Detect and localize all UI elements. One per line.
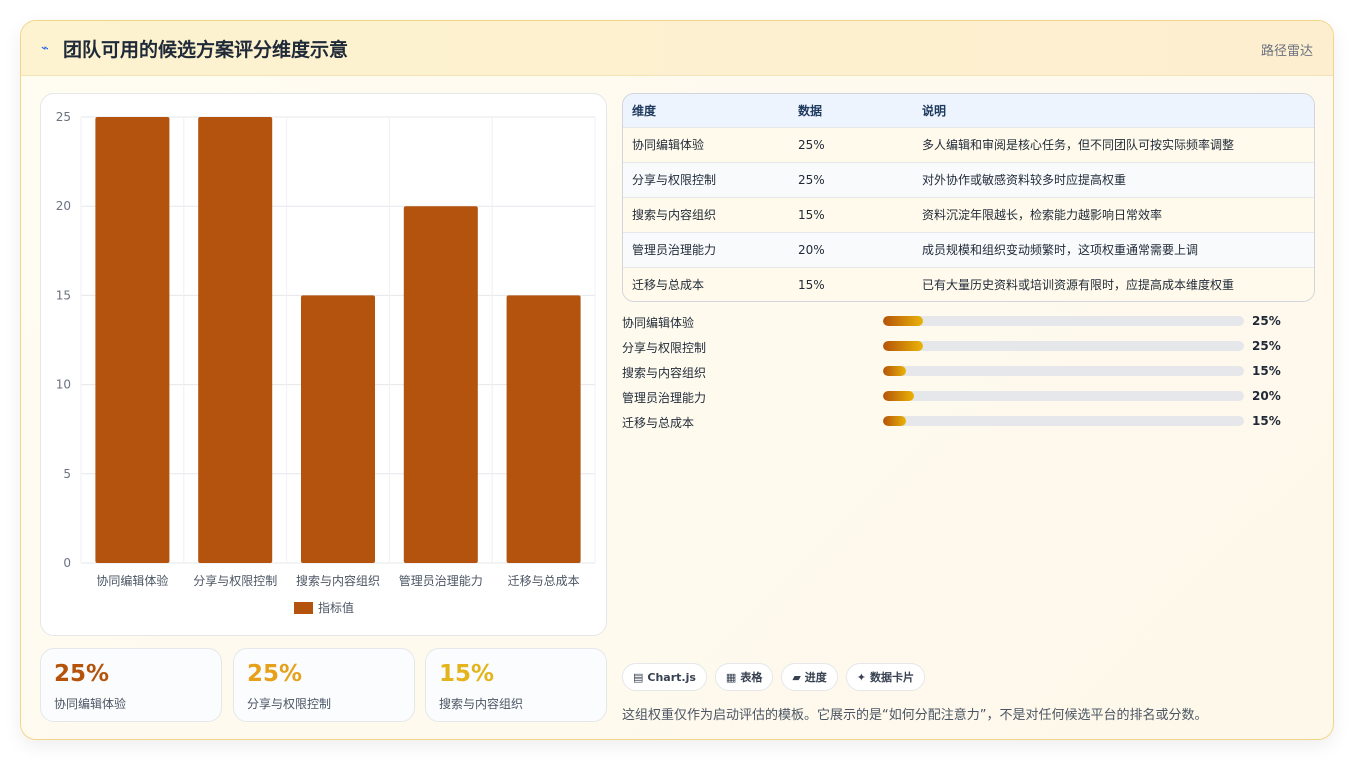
bar-chart: 0 5 10 15 20 25 协同编辑体验 分享与权限控制 搜索与内容组织 管理员治理能力 迁移与… (40, 93, 607, 636)
header-badge: 路径雷达 (1260, 44, 1313, 59)
table-cell: 资料沉淀年限越长，检索能力越影响日常效率 (922, 208, 1163, 222)
table-cell: 15% (798, 277, 825, 292)
table-row: 搜索与内容组织 15% 资料沉淀年限越长，检索能力越影响日常效率 (623, 197, 1314, 232)
stat-card-2: 25% 分享与权限控制 (233, 648, 415, 722)
weights-table: 维度 数据 说明 协同编辑体验 25% 多人编辑和审阅是核心任务，但不同团队可按… (622, 93, 1315, 302)
bar-4 (403, 206, 478, 563)
stat-label: 协同编辑体验 (54, 697, 127, 711)
progress-value: 15% (1252, 414, 1281, 428)
table-header-cell: 维度 (632, 103, 657, 118)
stat-label: 分享与权限控制 (247, 697, 332, 711)
x-tick-label: 迁移与总成本 (508, 574, 580, 588)
table-header-cell: 数据 (798, 103, 823, 118)
table-row: 协同编辑体验 25% 多人编辑和审阅是核心任务，但不同团队可按实际频率调整 (623, 127, 1314, 162)
bar-1 (95, 117, 170, 563)
y-tick-label: 0 (63, 556, 71, 570)
bar-chart-svg: 0 5 10 15 20 25 协同编辑体验 分享与权限控制 搜索与内容组织 管理员治理能力 迁移与… (56, 110, 596, 615)
header: ⌁ 团队可用的候选方案评分维度示意 路径雷达 (21, 21, 1333, 76)
progress-track (883, 341, 1244, 351)
progress-row: 分享与权限控制 25% (622, 337, 1315, 362)
table-header-cell: 说明 (922, 103, 947, 118)
page-title: 团队可用的候选方案评分维度示意 (63, 39, 349, 61)
progress-value: 20% (1252, 389, 1281, 403)
y-tick-label: 20 (56, 199, 71, 213)
progress-label: 迁移与总成本 (622, 416, 695, 430)
table-cell: 迁移与总成本 (632, 278, 705, 293)
stat-label: 搜索与内容组织 (439, 697, 524, 711)
x-tick-label: 搜索与内容组织 (296, 573, 380, 588)
stat-card-3: 15% 搜索与内容组织 (425, 648, 607, 722)
legend-swatch (294, 602, 313, 614)
main-card: ⌁ 团队可用的候选方案评分维度示意 路径雷达 0 5 10 15 20 25 协同编辑体验分… (20, 20, 1334, 740)
table-cell: 成员规模和组织变动频繁时，这项权重通常需要上调 (922, 243, 1199, 257)
progress-row: 管理员治理能力 20% (622, 387, 1315, 412)
progress-label: 管理员治理能力 (622, 391, 707, 405)
chip-data-cards[interactable]: ✦ 数据卡片 (845, 663, 926, 691)
progress-fill (883, 391, 915, 401)
y-tick-label: 15 (56, 288, 71, 302)
tag-chips: ▤ Chart.js ▦ 表格 ▰ 进度 ✦ 数据卡片 (622, 663, 926, 691)
table-cell: 已有大量历史资料或培训资源有限时，应提高成本维度权重 (922, 278, 1235, 293)
chip-table[interactable]: ▦ 表格 (714, 663, 774, 691)
table-row: 迁移与总成本 15% 已有大量历史资料或培训资源有限时，应提高成本维度权重 (623, 267, 1314, 301)
chip-chartjs[interactable]: ▤ Chart.js (622, 663, 707, 691)
chart-icon: ▤ (633, 670, 644, 684)
progress-track (883, 366, 1244, 376)
stat-card-1: 25% 协同编辑体验 (40, 648, 222, 722)
table-cell: 25% (798, 137, 825, 152)
progress-track (883, 416, 1244, 426)
table-cell: 20% (798, 242, 825, 257)
x-tick-label: 协同编辑体验 (96, 573, 168, 588)
table-cell: 管理员治理能力 (632, 243, 717, 257)
x-tick-label: 分享与权限控制 (193, 573, 277, 588)
legend-label: 指标值 (318, 600, 354, 615)
table-cell: 分享与权限控制 (632, 173, 717, 187)
y-tick-label: 25 (56, 110, 71, 124)
progress-label: 搜索与内容组织 (622, 366, 707, 380)
progress-list: 协同编辑体验 25% 分享与权限控制 25% 搜索与内容组织 15% 管理员治理… (622, 312, 1315, 437)
table-cell: 对外协作或敏感资料较多时应提高权重 (922, 173, 1127, 187)
x-tick-label: 管理员治理能力 (399, 573, 483, 588)
stat-value: 25% (247, 661, 303, 687)
footnote: 这组权重仅作为启动评估的模板。它展示的是“如何分配注意力”，不是对任何候选平台的… (622, 708, 1208, 723)
table-icon: ▦ (725, 670, 737, 684)
chip-progress[interactable]: ▰ 进度 (781, 663, 838, 691)
y-tick-label: 10 (56, 378, 71, 392)
progress-value: 25% (1252, 314, 1281, 328)
progress-fill (883, 366, 907, 376)
progress-row: 搜索与内容组织 15% (622, 362, 1315, 387)
table-row: 管理员治理能力 20% 成员规模和组织变动频繁时，这项权重通常需要上调 (623, 232, 1314, 267)
stat-value: 15% (439, 661, 495, 687)
progress-icon: ▰ (792, 670, 801, 684)
bar-3 (300, 295, 376, 563)
table-cell: 25% (798, 172, 825, 187)
progress-track (883, 391, 1244, 401)
table-cell: 协同编辑体验 (632, 138, 705, 152)
progress-row: 迁移与总成本 15% (622, 412, 1315, 437)
bar-5 (506, 295, 581, 563)
progress-label: 协同编辑体验 (622, 316, 695, 330)
progress-fill (883, 416, 907, 426)
trend-icon: ⌁ (41, 41, 49, 56)
progress-fill (883, 341, 923, 351)
stat-value: 25% (54, 661, 110, 687)
table-cell: 搜索与内容组织 (632, 208, 717, 222)
table-header-row: 维度 数据 说明 (623, 94, 1314, 127)
sparkle-icon: ✦ (856, 670, 867, 684)
progress-label: 分享与权限控制 (622, 341, 707, 355)
chip-label: 表格 (740, 671, 763, 684)
bar-2 (198, 117, 273, 563)
progress-track (883, 316, 1244, 326)
progress-fill (883, 316, 923, 326)
progress-value: 15% (1252, 364, 1281, 378)
table-cell: 15% (798, 207, 825, 222)
progress-row: 协同编辑体验 25% (622, 312, 1315, 337)
chip-label: 数据卡片 (870, 671, 915, 684)
table-cell: 多人编辑和审阅是核心任务，但不同团队可按实际频率调整 (922, 138, 1235, 152)
progress-value: 25% (1252, 339, 1281, 353)
table-row: 分享与权限控制 25% 对外协作或敏感资料较多时应提高权重 (623, 162, 1314, 197)
chip-label: 进度 (804, 671, 827, 684)
chip-label: Chart.js (647, 670, 696, 684)
y-tick-label: 5 (63, 467, 71, 481)
